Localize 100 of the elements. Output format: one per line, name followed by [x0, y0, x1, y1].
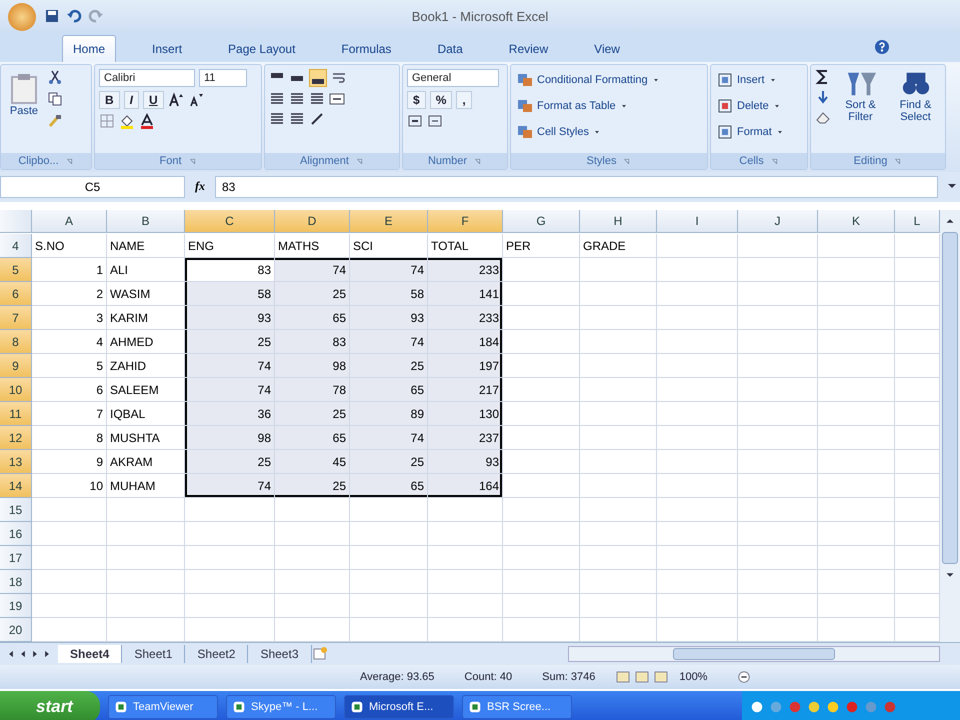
table-cell[interactable]: 6 [32, 378, 107, 402]
row-header[interactable]: 14 [0, 474, 32, 498]
ribbon-button[interactable]: Find & Select [890, 69, 941, 123]
table-cell[interactable] [185, 594, 275, 618]
table-cell[interactable] [32, 594, 107, 618]
table-cell[interactable] [657, 354, 738, 378]
table-cell[interactable]: 65 [275, 306, 350, 330]
table-cell[interactable]: 83 [185, 258, 275, 282]
table-cell[interactable]: 184 [428, 330, 503, 354]
dialog-launcher-icon[interactable] [64, 156, 74, 166]
ribbon-tab[interactable]: Page Layout [218, 36, 306, 62]
table-cell[interactable]: ENG [185, 234, 275, 258]
table-cell[interactable] [818, 282, 895, 306]
table-cell[interactable] [738, 354, 818, 378]
page-break-view-icon[interactable] [653, 669, 670, 685]
table-cell[interactable]: GRADE [580, 234, 657, 258]
ribbon-button[interactable]: Format [715, 121, 803, 143]
new-sheet-icon[interactable] [312, 646, 328, 662]
row-header[interactable]: 9 [0, 354, 32, 378]
table-cell[interactable]: 83 [275, 330, 350, 354]
table-cell[interactable]: 233 [428, 306, 503, 330]
table-cell[interactable] [350, 522, 428, 546]
font-color-icon[interactable] [139, 113, 155, 129]
table-cell[interactable] [818, 474, 895, 498]
table-cell[interactable] [350, 546, 428, 570]
table-cell[interactable] [580, 282, 657, 306]
table-cell[interactable] [818, 546, 895, 570]
paste-button[interactable]: Paste [5, 69, 43, 117]
table-cell[interactable] [185, 570, 275, 594]
name-box[interactable]: C5 [0, 176, 185, 198]
table-cell[interactable] [503, 354, 580, 378]
table-cell[interactable] [350, 570, 428, 594]
table-cell[interactable] [738, 450, 818, 474]
cut-icon[interactable] [47, 69, 63, 85]
table-cell[interactable] [657, 306, 738, 330]
table-cell[interactable] [428, 498, 503, 522]
number-format-button[interactable]: % [430, 91, 452, 109]
table-cell[interactable] [503, 282, 580, 306]
ribbon-button[interactable]: Conditional Formatting [515, 69, 703, 91]
table-cell[interactable] [32, 498, 107, 522]
table-cell[interactable] [107, 594, 185, 618]
table-cell[interactable] [107, 522, 185, 546]
table-cell[interactable] [503, 378, 580, 402]
table-cell[interactable] [428, 522, 503, 546]
table-cell[interactable]: 10 [32, 474, 107, 498]
ribbon-tab[interactable]: View [584, 36, 630, 62]
row-header[interactable]: 5 [0, 258, 32, 282]
table-cell[interactable]: 74 [350, 330, 428, 354]
table-cell[interactable]: 4 [32, 330, 107, 354]
table-cell[interactable] [503, 570, 580, 594]
row-header[interactable]: 8 [0, 330, 32, 354]
table-cell[interactable] [107, 498, 185, 522]
horizontal-scrollbar[interactable] [568, 646, 940, 662]
table-cell[interactable]: 25 [275, 402, 350, 426]
table-cell[interactable]: 5 [32, 354, 107, 378]
table-cell[interactable] [657, 330, 738, 354]
table-cell[interactable] [657, 570, 738, 594]
dialog-launcher-icon[interactable] [893, 156, 902, 166]
table-cell[interactable]: 130 [428, 402, 503, 426]
ribbon-tab[interactable]: Insert [142, 36, 192, 62]
table-cell[interactable] [818, 594, 895, 618]
table-cell[interactable] [657, 402, 738, 426]
table-cell[interactable] [503, 474, 580, 498]
save-icon[interactable] [44, 8, 60, 24]
table-cell[interactable] [818, 522, 895, 546]
table-cell[interactable]: 74 [185, 354, 275, 378]
table-cell[interactable]: 45 [275, 450, 350, 474]
table-cell[interactable] [580, 258, 657, 282]
table-cell[interactable] [32, 546, 107, 570]
taskbar-item[interactable]: TeamViewer [108, 695, 218, 719]
table-cell[interactable] [738, 426, 818, 450]
zoom-out-icon[interactable] [737, 670, 752, 684]
align-left-icon[interactable] [269, 91, 285, 107]
table-cell[interactable]: 141 [428, 282, 503, 306]
table-cell[interactable] [818, 570, 895, 594]
table-cell[interactable]: 237 [428, 426, 503, 450]
table-cell[interactable] [580, 594, 657, 618]
table-cell[interactable]: 1 [32, 258, 107, 282]
table-cell[interactable] [818, 306, 895, 330]
table-cell[interactable] [818, 402, 895, 426]
office-button[interactable] [8, 3, 36, 31]
normal-view-icon[interactable] [615, 669, 632, 685]
table-cell[interactable] [818, 426, 895, 450]
table-cell[interactable] [738, 234, 818, 258]
table-cell[interactable] [580, 354, 657, 378]
table-cell[interactable] [503, 330, 580, 354]
row-header[interactable]: 20 [0, 618, 32, 642]
table-cell[interactable] [580, 402, 657, 426]
table-cell[interactable]: 89 [350, 402, 428, 426]
table-cell[interactable] [185, 522, 275, 546]
table-cell[interactable] [738, 282, 818, 306]
ribbon-button[interactable]: Sort & Filter [835, 69, 886, 123]
row-header[interactable]: 18 [0, 570, 32, 594]
table-cell[interactable]: 217 [428, 378, 503, 402]
sheet-tab[interactable]: Sheet1 [122, 645, 186, 663]
table-cell[interactable]: 25 [275, 474, 350, 498]
table-cell[interactable]: 36 [185, 402, 275, 426]
table-cell[interactable] [275, 522, 350, 546]
column-header[interactable]: A [32, 210, 107, 233]
font-name-field[interactable]: Calibri [99, 69, 195, 87]
